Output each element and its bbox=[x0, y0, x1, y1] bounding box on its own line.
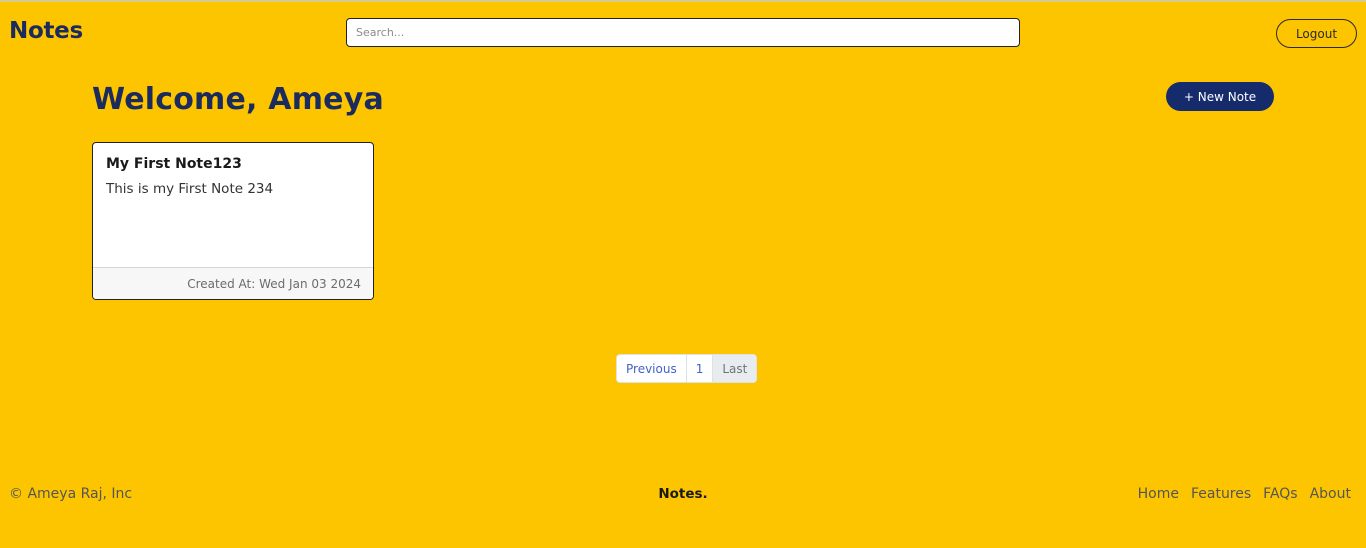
page-1-button[interactable]: 1 bbox=[686, 355, 714, 382]
footer-links: Home Features FAQs About bbox=[1138, 486, 1351, 502]
note-card[interactable]: My First Note123 This is my First Note 2… bbox=[92, 142, 374, 300]
page-title: Welcome, Ameya bbox=[92, 82, 384, 117]
brand-logo[interactable]: Notes bbox=[9, 18, 83, 44]
footer-link-about[interactable]: About bbox=[1310, 486, 1351, 502]
pagination: Previous 1 Last bbox=[616, 354, 758, 383]
previous-page-button[interactable]: Previous bbox=[617, 355, 687, 382]
footer-link-faqs[interactable]: FAQs bbox=[1263, 486, 1297, 502]
last-page-button[interactable]: Last bbox=[713, 355, 757, 382]
footer-link-features[interactable]: Features bbox=[1191, 486, 1251, 502]
note-body: This is my First Note 234 bbox=[106, 181, 274, 197]
new-note-button[interactable]: + New Note bbox=[1166, 82, 1274, 111]
note-created-at: Created At: Wed Jan 03 2024 bbox=[93, 267, 373, 299]
footer-link-home[interactable]: Home bbox=[1138, 486, 1179, 502]
note-title: My First Note123 bbox=[106, 156, 242, 172]
logout-button[interactable]: Logout bbox=[1276, 19, 1357, 48]
search-input[interactable] bbox=[346, 18, 1020, 47]
